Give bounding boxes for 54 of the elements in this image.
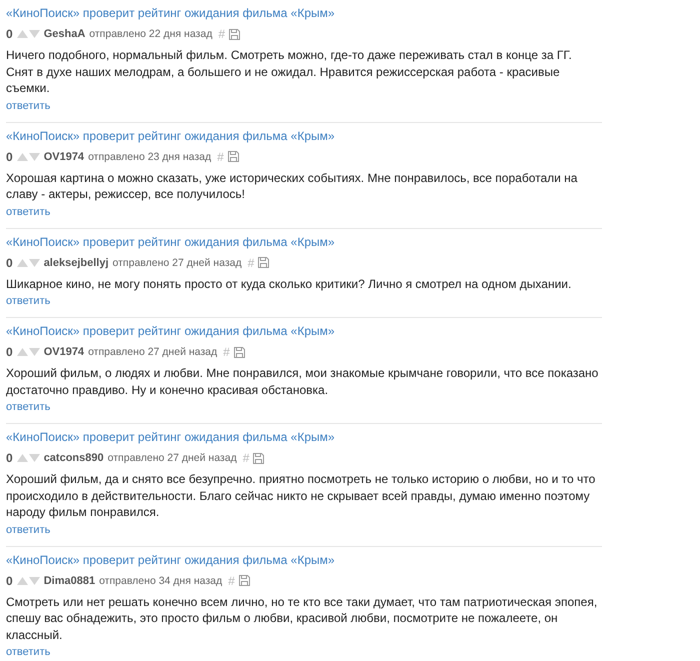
reply-link[interactable]: ответить (6, 522, 50, 538)
article-link[interactable]: «КиноПоиск» проверит рейтинг ожидания фильма «Крым» (6, 126, 335, 146)
reply-link[interactable]: ответить (6, 98, 50, 114)
comment-score: 0 (6, 27, 13, 41)
article-link[interactable]: «КиноПоиск» проверит рейтинг ожидания фильма «Крым» (6, 321, 335, 341)
author-name[interactable]: OV1974 (44, 150, 84, 162)
author-name[interactable]: Dima0881 (44, 574, 96, 586)
vote-up-icon[interactable] (16, 152, 28, 160)
comment-score: 0 (6, 451, 13, 465)
vote-up-icon[interactable] (16, 30, 28, 38)
vote-up-icon[interactable] (16, 454, 28, 462)
posted-time: отправлено 27 дней назад (88, 346, 218, 358)
vote-down-icon[interactable] (28, 152, 40, 160)
comment-text: Хорошая картина о можно сказать, уже исторических событиях. Мне понравилось, все поработали на славу - актеры, режиссер, все получилось! (6, 170, 578, 202)
article-link[interactable]: «КиноПоиск» проверит рейтинг ожидания фильма «Крым» (6, 232, 335, 252)
author-name[interactable]: catcons890 (44, 452, 104, 464)
save-icon[interactable] (229, 28, 240, 40)
comment-text: Шикарное кино, не могу понять просто от куда сколько критики? Лично я смотрел на одном дыхании. (6, 276, 572, 292)
vote-down-icon[interactable] (28, 576, 40, 584)
save-icon[interactable] (234, 346, 245, 358)
article-link[interactable]: «КиноПоиск» проверит рейтинг ожидания фильма «Крым» (6, 427, 335, 447)
save-icon[interactable] (258, 257, 270, 268)
reply-link[interactable]: ответить (6, 644, 50, 661)
reply-link[interactable]: ответить (6, 204, 50, 220)
reply-link[interactable]: ответить (6, 293, 50, 310)
posted-time: отправлено 27 дней назад (108, 452, 237, 464)
author-name[interactable]: OV1974 (44, 346, 84, 358)
comment-score: 0 (6, 150, 13, 164)
save-icon[interactable] (253, 452, 264, 464)
comment-text: Хороший фильм, о людях и любви. Мне понравился, мои знакомые крымчане говорили, что все показано достаточно правдиво. Ну и конечно красивая обстановка. (6, 365, 600, 398)
posted-time: отправлено 23 дня назад (88, 150, 212, 162)
comment-text: Ничего подобного, нормальный фильм. Смотреть можно, где-то даже переживать стал в конце за ГГ. Снят в духе наших мелодрам, а большего и не ожидал. Нравится режиссерская работа - красивые съемки. (6, 47, 573, 96)
vote-down-icon[interactable] (28, 454, 40, 462)
vote-down-icon[interactable] (28, 30, 40, 38)
save-icon[interactable] (238, 575, 250, 586)
comment-score: 0 (6, 345, 13, 359)
comment-score: 0 (6, 256, 13, 270)
vote-down-icon[interactable] (28, 258, 40, 266)
article-link[interactable]: «КиноПоиск» проверит рейтинг ожидания фильма «Крым» (6, 3, 335, 23)
posted-time: отправлено 27 дней назад (112, 256, 242, 268)
author-name[interactable]: GeshaA (44, 28, 86, 40)
vote-up-icon[interactable] (16, 576, 28, 584)
vote-up-icon[interactable] (16, 348, 28, 356)
vote-up-icon[interactable] (16, 258, 28, 266)
comment-score: 0 (6, 574, 13, 588)
save-icon[interactable] (228, 151, 239, 162)
author-name[interactable]: aleksejbellyj (44, 256, 109, 268)
article-link[interactable]: «КиноПоиск» проверит рейтинг ожидания фильма «Крым» (6, 550, 335, 570)
comment-text: Смотреть или нет решать конечно всем лично, но те кто все таки думает, что там патриотическая эпопея, спешу вас обнадежить, это просто фильм о любви, красивой любви, посмотрите не пожалеете, он классный. (6, 594, 598, 643)
posted-time: отправлено 34 дня назад (99, 574, 222, 586)
posted-time: отправлено 22 дня назад (89, 28, 212, 40)
vote-down-icon[interactable] (28, 348, 40, 356)
comment-text: Хороший фильм, да и снято все безупречно. приятно посмотреть не только историю о любви, но и то что происходило в действительности. Благо сейчас никто не скрывает всей правды, думаю именно поэтому народу фильм понравился. (6, 471, 596, 520)
reply-link[interactable]: ответить (6, 399, 50, 416)
